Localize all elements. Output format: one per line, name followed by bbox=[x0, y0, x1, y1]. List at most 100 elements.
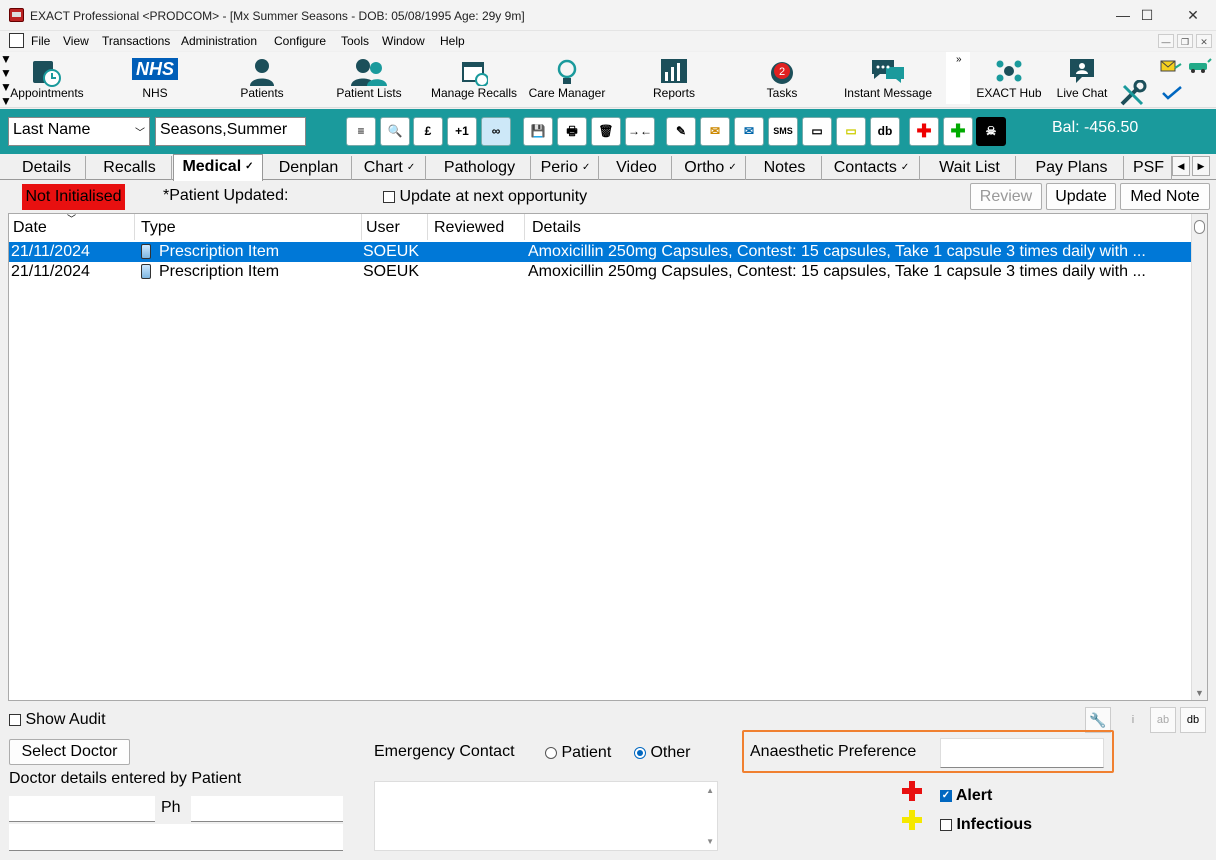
review-button[interactable]: Review bbox=[970, 183, 1042, 210]
textarea-scroll-down-icon[interactable]: ▼ bbox=[706, 837, 714, 846]
radio-patient-circle[interactable] bbox=[545, 746, 557, 759]
instant-message-button[interactable]: Instant Message bbox=[842, 52, 934, 108]
skull-button[interactable]: ☠ bbox=[976, 117, 1006, 146]
column-header-type[interactable]: Type bbox=[137, 214, 362, 240]
tab-wait-list[interactable]: Wait List bbox=[924, 156, 1016, 180]
scroll-down-arrow-icon[interactable]: ▼ bbox=[1195, 688, 1204, 698]
nhs-button[interactable]: NHS NHS bbox=[124, 52, 186, 108]
care-manager-button[interactable]: Care Manager bbox=[526, 52, 608, 108]
menu-transactions[interactable]: Transactions bbox=[102, 34, 170, 48]
radio-other-circle[interactable] bbox=[634, 746, 646, 759]
tab-pay-plans[interactable]: Pay Plans bbox=[1020, 156, 1124, 180]
tab-denplan[interactable]: Denplan bbox=[266, 156, 352, 180]
medical-history-grid[interactable]: Date ﹀ Type User Reviewed Details 21/11/… bbox=[8, 213, 1208, 701]
card-button[interactable]: ▭ bbox=[802, 117, 832, 146]
menu-configure[interactable]: Configure bbox=[274, 34, 326, 48]
table-row[interactable]: 21/11/2024 Prescription Item SOEUK Amoxicil… bbox=[9, 262, 1192, 282]
plus-one-button[interactable]: +1 bbox=[447, 117, 477, 146]
column-header-user[interactable]: User bbox=[362, 214, 428, 240]
menu-window[interactable]: Window bbox=[382, 34, 425, 48]
ab-button[interactable]: ab bbox=[1150, 707, 1176, 733]
select-doctor-button[interactable]: Select Doctor bbox=[9, 739, 130, 765]
radio-other[interactable]: Other bbox=[634, 744, 690, 762]
search-field-select[interactable]: Last Name ﹀ bbox=[8, 117, 150, 146]
menu-administration[interactable]: Administration bbox=[181, 34, 257, 48]
edit-button[interactable]: ✎ bbox=[666, 117, 696, 146]
tab-pathology[interactable]: Pathology bbox=[429, 156, 531, 180]
mdi-minimize-button[interactable]: — bbox=[1158, 34, 1174, 48]
tab-ortho[interactable]: Ortho ✓ bbox=[676, 156, 746, 180]
db-button[interactable]: db bbox=[870, 117, 900, 146]
doctor-phone-input[interactable] bbox=[191, 796, 343, 822]
toolbar-overflow-chevron[interactable]: » bbox=[956, 54, 962, 65]
infectious-checkbox[interactable]: Infectious bbox=[940, 816, 1032, 834]
delete-button[interactable]: 🗑 bbox=[591, 117, 621, 146]
textarea-scroll-up-icon[interactable]: ▲ bbox=[706, 786, 714, 795]
info-button[interactable]: i bbox=[1120, 707, 1146, 733]
tab-psf[interactable]: PSF bbox=[1126, 156, 1172, 180]
column-header-reviewed[interactable]: Reviewed bbox=[430, 214, 525, 240]
sms-button[interactable]: SMS bbox=[768, 117, 798, 146]
radio-patient[interactable]: Patient bbox=[545, 744, 611, 762]
merge-button[interactable]: →← bbox=[625, 117, 655, 146]
update-button[interactable]: Update bbox=[1046, 183, 1116, 210]
manage-recalls-button[interactable]: Manage Recalls bbox=[430, 52, 518, 108]
pound-button[interactable]: £ bbox=[413, 117, 443, 146]
live-chat-button[interactable]: Live Chat bbox=[1052, 52, 1112, 108]
tab-video[interactable]: Video bbox=[602, 156, 672, 180]
alert-checkbox-box[interactable]: ✓ bbox=[940, 789, 952, 802]
menu-help[interactable]: Help bbox=[440, 34, 465, 48]
mdi-close-button[interactable]: ✕ bbox=[1196, 34, 1212, 48]
maximize-button[interactable]: ☐ bbox=[1124, 0, 1170, 31]
car-icon[interactable] bbox=[1188, 58, 1212, 74]
show-audit-checkbox[interactable]: Show Audit bbox=[9, 711, 106, 729]
anaesthetic-preference-input[interactable] bbox=[940, 738, 1104, 768]
tasks-button[interactable]: 2 Tasks bbox=[750, 52, 814, 108]
column-header-date[interactable]: Date ﹀ bbox=[9, 214, 135, 240]
checkmark-icon[interactable] bbox=[1162, 86, 1182, 100]
tab-contacts[interactable]: Contacts ✓ bbox=[824, 156, 920, 180]
tab-notes[interactable]: Notes bbox=[748, 156, 822, 180]
tab-chart[interactable]: Chart ✓ bbox=[354, 156, 426, 180]
update-next-checkbox[interactable]: Update at next opportunity bbox=[383, 188, 587, 206]
mdi-restore-button[interactable]: ❐ bbox=[1177, 34, 1193, 48]
med-note-button[interactable]: Med Note bbox=[1120, 183, 1210, 210]
tab-scroll-left-button[interactable]: ◀ bbox=[1172, 156, 1190, 176]
doctor-name-input[interactable] bbox=[9, 796, 155, 822]
tab-medical[interactable]: Medical ✓ bbox=[173, 154, 263, 181]
sticky-note-button[interactable]: ▭ bbox=[836, 117, 866, 146]
table-row[interactable]: 21/11/2024 Prescription Item SOEUK Amoxicil… bbox=[9, 242, 1192, 262]
print-button[interactable]: 🖶 bbox=[557, 117, 587, 146]
medical-alert-button[interactable]: ✚ bbox=[909, 117, 939, 146]
mail-icon[interactable] bbox=[1160, 58, 1182, 74]
document-icon[interactable] bbox=[9, 33, 24, 48]
link-button[interactable]: ∞ bbox=[481, 117, 511, 146]
exact-hub-button[interactable]: EXACT Hub bbox=[976, 52, 1042, 108]
db-small-button[interactable]: db bbox=[1180, 707, 1206, 733]
tools-icon[interactable] bbox=[1118, 79, 1152, 108]
update-next-checkbox-box[interactable] bbox=[383, 190, 395, 203]
emergency-contact-textarea[interactable]: ▲ ▼ bbox=[374, 781, 718, 851]
list-button[interactable]: ≡ bbox=[346, 117, 376, 146]
doctor-address-input[interactable] bbox=[9, 824, 343, 851]
save-button[interactable]: 💾 bbox=[523, 117, 553, 146]
tab-details[interactable]: Details bbox=[8, 156, 86, 180]
green-plus-button[interactable]: ✚ bbox=[943, 117, 973, 146]
menu-view[interactable]: View bbox=[63, 34, 89, 48]
patient-name-input[interactable]: Seasons,Summer bbox=[155, 117, 306, 146]
column-header-details[interactable]: Details bbox=[528, 214, 1192, 240]
close-button[interactable]: ✕ bbox=[1170, 0, 1216, 31]
vertical-scrollbar[interactable]: ▼ bbox=[1191, 214, 1207, 700]
alert-checkbox[interactable]: ✓ Alert bbox=[940, 787, 992, 805]
menu-tools[interactable]: Tools bbox=[341, 34, 369, 48]
infectious-checkbox-box[interactable] bbox=[940, 818, 952, 831]
email-button[interactable]: ✉ bbox=[734, 117, 764, 146]
search-button[interactable]: 🔍 bbox=[380, 117, 410, 146]
patients-button[interactable]: Patients bbox=[226, 52, 298, 108]
scroll-refresh-icon[interactable] bbox=[1194, 220, 1205, 234]
reports-button[interactable]: Reports bbox=[640, 52, 708, 108]
tab-perio[interactable]: Perio ✓ bbox=[533, 156, 599, 180]
show-audit-checkbox-box[interactable] bbox=[9, 713, 21, 726]
menu-file[interactable]: File bbox=[31, 34, 50, 48]
patient-lists-button[interactable]: Patient Lists bbox=[330, 52, 408, 108]
